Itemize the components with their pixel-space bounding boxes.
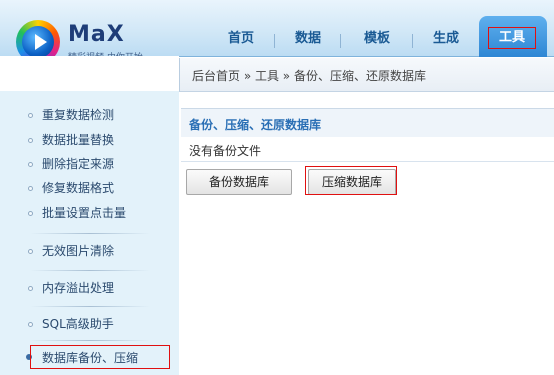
sidebar-item-label: 数据批量替换 <box>42 133 115 147</box>
sidebar-item-clear-images[interactable]: 无效图片清除 <box>0 240 179 262</box>
sidebar-item-sql-helper[interactable]: SQL高级助手 <box>0 313 179 335</box>
sidebar-item-label: 无效图片清除 <box>42 244 115 258</box>
bullet-icon <box>28 286 33 291</box>
bullet-icon <box>28 138 33 143</box>
sidebar-item-delete-source[interactable]: 删除指定来源 <box>0 153 179 175</box>
sidebar-item-batch-replace[interactable]: 数据批量替换 <box>0 129 179 151</box>
nav-tools-label: 工具 <box>488 27 536 49</box>
sidebar-item-memory-overflow[interactable]: 内存溢出处理 <box>0 277 179 299</box>
sidebar-item-set-clicks[interactable]: 批量设置点击量 <box>0 202 179 224</box>
sidebar-divider <box>30 340 150 341</box>
nav-home[interactable]: 首页 <box>212 24 270 56</box>
panel-title: 备份、压缩、还原数据库 <box>189 118 322 132</box>
backup-status-text: 没有备份文件 <box>189 144 262 158</box>
bullet-icon <box>28 211 33 216</box>
sidebar-item-db-backup[interactable]: 数据库备份、压缩 <box>30 345 170 369</box>
bullet-icon <box>28 162 33 167</box>
nav-templates[interactable]: 模板 <box>346 24 408 56</box>
play-icon <box>35 34 47 50</box>
sidebar-header-space <box>0 56 179 91</box>
sidebar-item-repair-format[interactable]: 修复数据格式 <box>0 177 179 199</box>
sidebar-item-label: 修复数据格式 <box>42 181 115 195</box>
sidebar-item-label: 数据库备份、压缩 <box>42 351 139 365</box>
bullet-icon <box>28 249 33 254</box>
nav-generate[interactable]: 生成 <box>418 24 474 56</box>
sidebar-divider <box>30 306 150 307</box>
nav-divider <box>340 34 341 48</box>
sidebar-divider <box>30 270 150 271</box>
sidebar-item-duplicate-check[interactable]: 重复数据检测 <box>0 104 179 126</box>
nav-data[interactable]: 数据 <box>280 24 336 56</box>
bullet-icon <box>28 322 33 327</box>
sidebar-item-label: 删除指定来源 <box>42 157 115 171</box>
backup-list-row: 没有备份文件 <box>181 137 554 162</box>
bullet-icon <box>28 113 33 118</box>
nav-tools[interactable]: 工具 <box>479 16 547 57</box>
sidebar-divider <box>30 233 150 234</box>
nav-divider <box>412 34 413 48</box>
sidebar-item-label: 重复数据检测 <box>42 108 115 122</box>
backup-database-button[interactable]: 备份数据库 <box>186 169 292 195</box>
breadcrumb-bar: 后台首页 » 工具 » 备份、压缩、还原数据库 <box>179 58 554 92</box>
breadcrumb: 后台首页 » 工具 » 备份、压缩、还原数据库 <box>192 69 426 83</box>
brand-name: MaX <box>68 22 125 47</box>
panel-header: 备份、压缩、还原数据库 <box>181 108 554 138</box>
nav-divider <box>274 34 275 48</box>
sidebar-item-label: 批量设置点击量 <box>42 206 127 220</box>
sidebar-item-label: SQL高级助手 <box>42 317 114 331</box>
sidebar-item-label: 内存溢出处理 <box>42 281 115 295</box>
top-header: MaX 精彩视频 由你开始 首页 数据 模板 生成 工具 <box>0 0 554 64</box>
compress-button-highlight <box>305 166 397 195</box>
bullet-icon <box>28 186 33 191</box>
